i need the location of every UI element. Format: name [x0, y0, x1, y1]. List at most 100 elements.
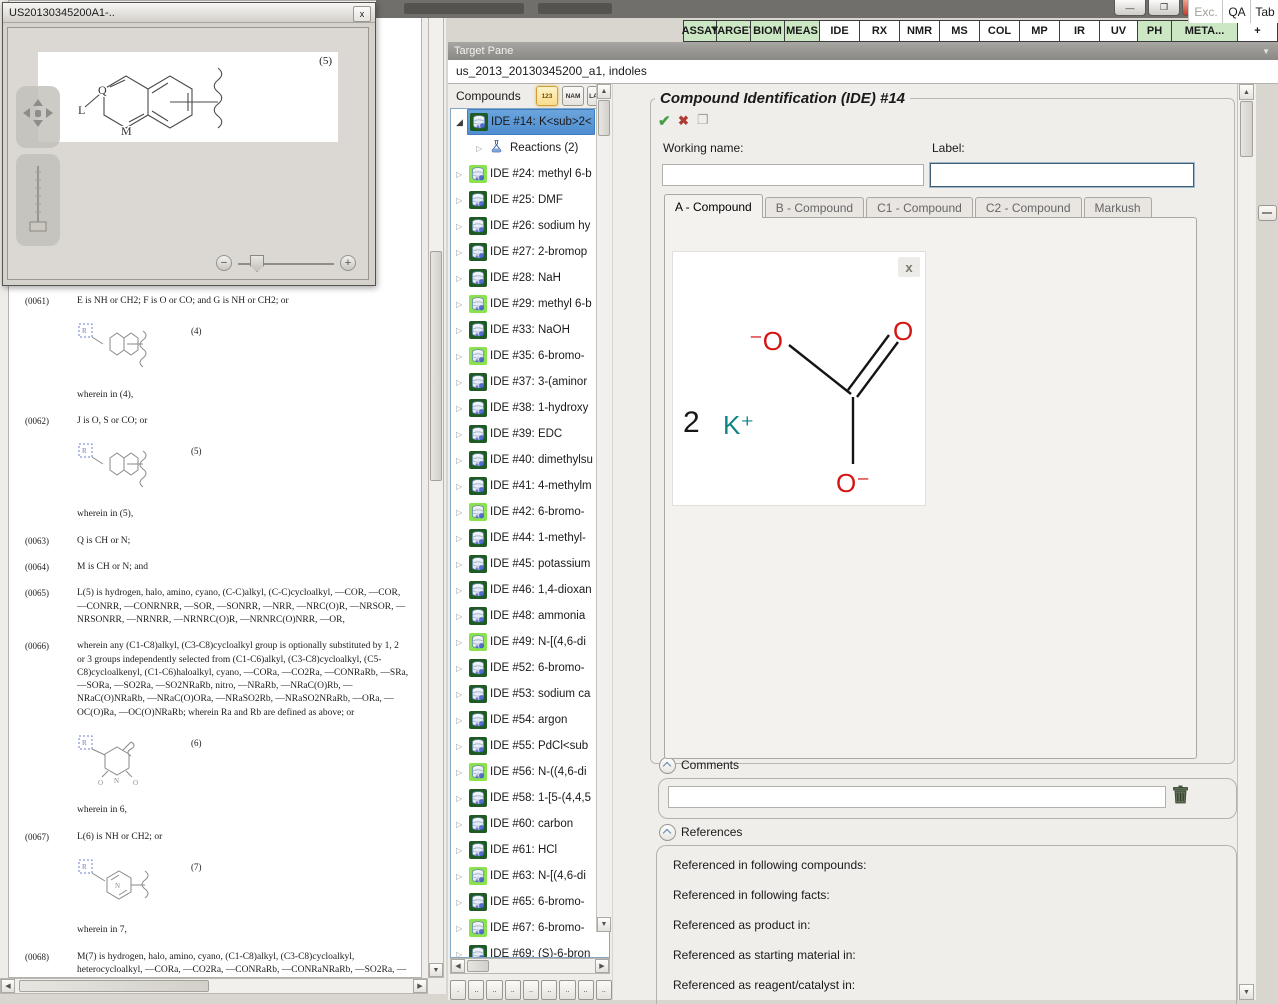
expander-closed-icon[interactable]: ▷: [456, 872, 467, 881]
expander-closed-icon[interactable]: ▷: [456, 404, 467, 413]
tree-item-compound[interactable]: ▷ IDE #40: dimethylsu: [451, 447, 609, 473]
tree-item-compound[interactable]: ▷ IDE #38: 1-hydroxy: [451, 395, 609, 421]
tree-item-compound[interactable]: ▷ IDE #55: PdCl<sub: [451, 733, 609, 759]
tree-item-compound[interactable]: ▷ IDE #63: N-[(4,6-di: [451, 863, 609, 889]
tree-item-compound[interactable]: ▷ IDE #54: argon: [451, 707, 609, 733]
scroll-up-icon[interactable]: ▲: [597, 84, 611, 99]
expander-closed-icon[interactable]: ▷: [456, 170, 467, 179]
expander-closed-icon[interactable]: ▷: [456, 924, 467, 933]
tree-item-compound[interactable]: ▷ IDE #44: 1-methyl-: [451, 525, 609, 551]
zoom-slider-vertical[interactable]: [16, 154, 60, 246]
tree-item-compound[interactable]: ▷ IDE #33: NaOH: [451, 317, 609, 343]
expander-closed-icon[interactable]: ▷: [456, 612, 467, 621]
module-tab-rx[interactable]: RX: [860, 20, 900, 42]
expander-closed-icon[interactable]: ▷: [456, 846, 467, 855]
tree-item-compound[interactable]: ▷ IDE #24: methyl 6-b: [451, 161, 609, 187]
structure-canvas[interactable]: ⁻O O O⁻ 2 K⁺: [672, 251, 926, 506]
expander-closed-icon[interactable]: ▷: [456, 742, 467, 751]
tree-item-compound[interactable]: ▷ IDE #60: carbon: [451, 811, 609, 837]
module-tab-col[interactable]: COL: [980, 20, 1020, 42]
pager-button[interactable]: ..: [468, 980, 485, 1000]
zoom-out-button[interactable]: −: [216, 255, 232, 271]
tree-item-compound[interactable]: ◢ IDE #14: K<sub>2<: [451, 109, 609, 135]
tree-item-compound[interactable]: ▷ IDE #65: 6-bromo-: [451, 889, 609, 915]
module-tab-ide[interactable]: IDE: [820, 20, 860, 42]
expander-closed-icon[interactable]: ▷: [456, 794, 467, 803]
module-tab-nmr[interactable]: NMR: [900, 20, 940, 42]
tree-item-compound[interactable]: ▷ IDE #67: 6-bromo-: [451, 915, 609, 941]
tree-item-compound[interactable]: ▷ IDE #45: potassium: [451, 551, 609, 577]
tree-item-compound[interactable]: ▷ IDE #61: HCl: [451, 837, 609, 863]
expander-closed-icon[interactable]: ▷: [456, 508, 467, 517]
qa-button[interactable]: QA: [1222, 0, 1251, 23]
viewer-close-button[interactable]: x: [353, 6, 371, 22]
module-tab-meas[interactable]: MEAS: [785, 20, 820, 42]
pager-button[interactable]: ..: [577, 980, 594, 1000]
expander-closed-icon[interactable]: ▷: [456, 248, 467, 257]
scroll-down-icon[interactable]: ▼: [429, 963, 443, 977]
label-input[interactable]: [930, 163, 1194, 187]
expander-closed-icon[interactable]: ▷: [456, 586, 467, 595]
tree-item-compound[interactable]: ▷ IDE #37: 3-(aminor: [451, 369, 609, 395]
tree-item-compound[interactable]: ▷ IDE #49: N-[(4,6-di: [451, 629, 609, 655]
tree-horizontal-scrollbar[interactable]: ◀ ▶: [450, 958, 610, 974]
tree-item-compound[interactable]: ▷ IDE #48: ammonia: [451, 603, 609, 629]
minimize-button[interactable]: —: [1114, 0, 1146, 16]
zoom-slider-thumb[interactable]: [250, 255, 264, 272]
tree-item-compound[interactable]: ▷ IDE #58: 1-[5-(4,4,5: [451, 785, 609, 811]
module-tab-meta[interactable]: META...: [1172, 20, 1238, 42]
confirm-icon[interactable]: ✔: [658, 112, 671, 130]
expander-closed-icon[interactable]: ▷: [456, 326, 467, 335]
module-tab-ms[interactable]: MS: [940, 20, 980, 42]
pager-button[interactable]: ..: [522, 980, 540, 1000]
tree-item-compound[interactable]: ▷ IDE #25: DMF: [451, 187, 609, 213]
tab-markush[interactable]: Markush: [1083, 197, 1152, 218]
number-view-button[interactable]: 123: [536, 86, 558, 106]
reject-icon[interactable]: ✖: [678, 113, 689, 129]
scroll-right-icon[interactable]: ▶: [413, 979, 427, 993]
scrollbar-thumb[interactable]: [19, 980, 209, 992]
tree-item-compound[interactable]: ▷ IDE #29: methyl 6-b: [451, 291, 609, 317]
tab-c1-compound[interactable]: C1 - Compound: [866, 197, 973, 218]
scroll-left-icon[interactable]: ◀: [451, 959, 465, 973]
tab-a-compound[interactable]: A - Compound: [664, 194, 763, 218]
zoom-in-button[interactable]: +: [340, 255, 356, 271]
tree-item-compound[interactable]: ▷ IDE #28: NaH: [451, 265, 609, 291]
expander-closed-icon[interactable]: ▷: [456, 534, 467, 543]
clear-structure-button[interactable]: x: [898, 257, 920, 277]
tree-vertical-scrollbar[interactable]: ▲ ▼: [596, 84, 612, 932]
module-tab-uv[interactable]: UV: [1100, 20, 1138, 42]
comments-input[interactable]: [668, 786, 1166, 808]
tree-item-compound[interactable]: ▷ IDE #39: EDC: [451, 421, 609, 447]
tree-item-compound[interactable]: ▷ IDE #42: 6-bromo-: [451, 499, 609, 525]
document-vertical-scrollbar[interactable]: ▲ ▼: [428, 0, 444, 978]
expander-closed-icon[interactable]: ▷: [456, 560, 467, 569]
detail-pane-vertical-scrollbar[interactable]: ▲ ▼: [1237, 84, 1255, 1000]
scrollbar-thumb[interactable]: [598, 100, 610, 136]
expander-closed-icon[interactable]: ▷: [456, 456, 467, 465]
tab-c2-compound[interactable]: C2 - Compound: [974, 197, 1082, 218]
expander-closed-icon[interactable]: ▷: [456, 274, 467, 283]
pager-button[interactable]: .: [450, 980, 467, 1000]
structure-viewer-window[interactable]: US20130345200A1-.. x Q L M (5) − +: [2, 2, 376, 286]
module-tab-biom[interactable]: BIOM: [751, 20, 785, 42]
expander-closed-icon[interactable]: ▷: [456, 664, 467, 673]
module-tab-ir[interactable]: IR: [1060, 20, 1100, 42]
expander-open-icon[interactable]: ◢: [456, 117, 467, 128]
tree-item-compound[interactable]: ▷ IDE #41: 4-methylm: [451, 473, 609, 499]
scroll-down-icon[interactable]: ▼: [1239, 984, 1254, 1000]
scroll-left-icon[interactable]: ◀: [1, 979, 15, 993]
viewer-titlebar[interactable]: US20130345200A1-..: [3, 3, 375, 23]
scroll-up-icon[interactable]: ▲: [1239, 84, 1254, 100]
expander-closed-icon[interactable]: ▷: [456, 716, 467, 725]
working-name-input[interactable]: [662, 164, 924, 186]
pager-button[interactable]: ..: [559, 980, 576, 1000]
expander-closed-icon[interactable]: ▷: [456, 300, 467, 309]
tree-item-reactions[interactable]: ▷ Reactions (2): [451, 135, 609, 161]
tree-item-compound[interactable]: ▷ IDE #35: 6-bromo-: [451, 343, 609, 369]
pager-button[interactable]: ..: [541, 980, 558, 1000]
expander-closed-icon[interactable]: ▷: [456, 430, 467, 439]
scrollbar-thumb[interactable]: [1240, 101, 1253, 157]
copy-icon[interactable]: ❐: [697, 112, 709, 128]
expander-closed-icon[interactable]: ▷: [456, 950, 467, 958]
